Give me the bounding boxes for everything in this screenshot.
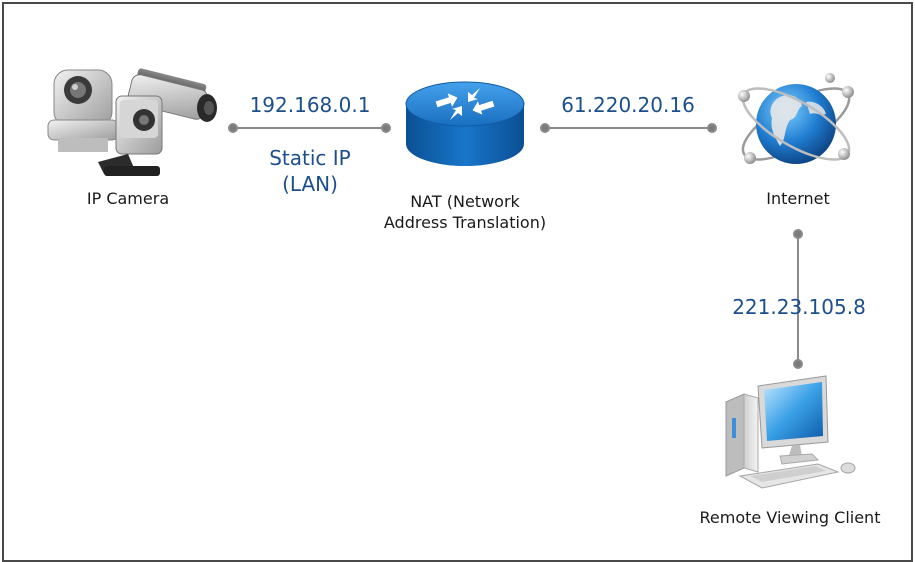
network-diagram: IP Camera 192.168.0.1 Static IP (LAN) NA… xyxy=(0,0,915,562)
internet-label: Internet xyxy=(766,189,830,208)
nat-internet-ip-label: 61.220.20.16 xyxy=(561,93,695,117)
wire-internet-client-start-dot xyxy=(793,229,803,239)
wire-internet-client-end-dot xyxy=(793,359,803,369)
wire-camera-nat-end-dot xyxy=(381,123,391,133)
globe-icon xyxy=(738,73,854,164)
wire-camera-nat-start-dot xyxy=(228,123,238,133)
static-ip-label: Static IP xyxy=(269,146,351,170)
wire-nat-internet-start-dot xyxy=(540,123,550,133)
lan-label: (LAN) xyxy=(282,172,338,196)
remote-client-label: Remote Viewing Client xyxy=(699,508,881,527)
router-icon xyxy=(405,81,525,166)
computer-icon xyxy=(725,375,856,489)
nat-label-line-2: Address Translation) xyxy=(383,213,547,232)
internet-client-ip-label: 221.23.105.8 xyxy=(732,295,866,319)
wire-nat-internet-end-dot xyxy=(707,123,717,133)
ip-camera-label: IP Camera xyxy=(86,189,170,208)
ip-camera-icon xyxy=(47,68,217,176)
nat-label-line-1: NAT (Network xyxy=(410,192,520,211)
camera-nat-ip-label: 192.168.0.1 xyxy=(249,93,371,117)
